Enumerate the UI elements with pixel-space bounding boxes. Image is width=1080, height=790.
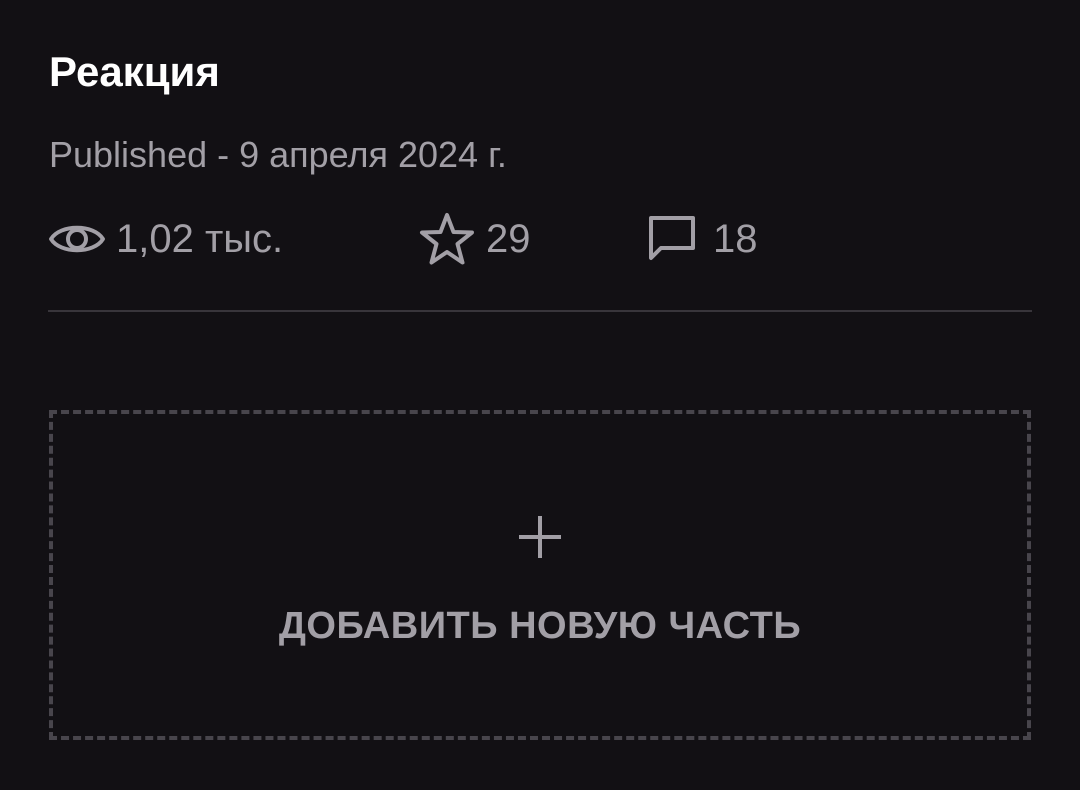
votes-count: 29 bbox=[486, 216, 531, 261]
add-new-part-button[interactable] bbox=[49, 410, 1031, 740]
views-stat: 1,02 тыс. bbox=[48, 212, 283, 266]
plus-icon bbox=[517, 514, 563, 560]
comment-icon bbox=[647, 214, 697, 264]
published-date: Published - 9 апреля 2024 г. bbox=[49, 134, 507, 175]
part-title: Реакция bbox=[49, 48, 220, 95]
divider bbox=[48, 310, 1032, 312]
add-new-part-label: ДОБАВИТЬ НОВУЮ ЧАСТЬ bbox=[278, 605, 802, 647]
eye-icon bbox=[48, 218, 106, 260]
comments-count: 18 bbox=[713, 216, 758, 261]
star-icon bbox=[418, 212, 476, 266]
views-count: 1,02 тыс. bbox=[116, 216, 284, 261]
votes-stat: 29 bbox=[418, 212, 531, 266]
comments-stat: 18 bbox=[647, 212, 758, 266]
